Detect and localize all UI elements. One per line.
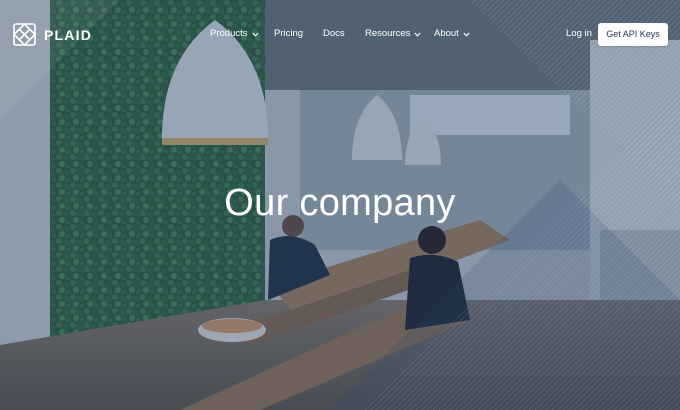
logo-link[interactable]: PLAID (12, 22, 92, 47)
nav-item-label: Docs (323, 28, 345, 39)
login-link[interactable]: Log in (566, 27, 592, 41)
nav-item-docs[interactable]: Docs (323, 27, 345, 41)
logo-wordmark: PLAID (44, 26, 92, 43)
nav-item-resources[interactable]: Resources (365, 27, 422, 41)
nav-item-label: Products (210, 28, 248, 39)
nav-item-label: About (434, 28, 459, 39)
top-navigation: PLAID Products Pricing Docs Resources Ab… (0, 0, 680, 68)
nav-item-pricing[interactable]: Pricing (274, 27, 303, 41)
nav-item-products[interactable]: Products (210, 27, 259, 41)
nav-item-about[interactable]: About (434, 27, 470, 41)
plaid-logo-icon (12, 22, 37, 47)
get-api-keys-button[interactable]: Get API Keys (598, 23, 668, 46)
login-label: Log in (566, 28, 592, 39)
chevron-down-icon (251, 32, 259, 37)
nav-item-label: Resources (365, 28, 411, 39)
chevron-down-icon (414, 32, 422, 37)
page-title: Our company (224, 182, 456, 224)
hero-section: PLAID Products Pricing Docs Resources Ab… (0, 0, 680, 410)
nav-item-label: Pricing (274, 28, 304, 39)
chevron-down-icon (463, 32, 470, 37)
